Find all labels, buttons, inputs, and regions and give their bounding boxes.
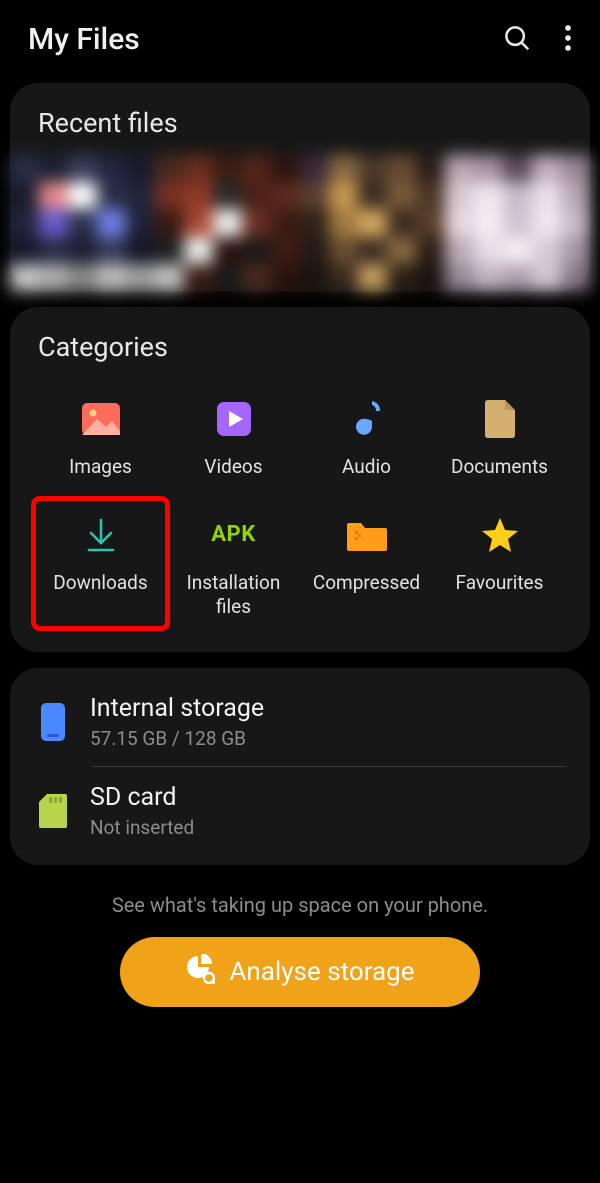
apk-icon: APK: [211, 513, 255, 557]
favourites-icon: [481, 513, 519, 557]
recent-files-card: Recent files: [10, 83, 590, 291]
category-images[interactable]: Images: [34, 383, 167, 489]
recent-thumbnail[interactable]: [10, 155, 155, 291]
category-label: Installation files: [171, 571, 296, 619]
recent-thumbnail[interactable]: [445, 155, 590, 291]
analyse-icon: [185, 954, 215, 991]
categories-grid: Images Videos Audio: [30, 383, 570, 628]
videos-icon: [217, 397, 251, 441]
internal-storage-text: Internal storage 57.15 GB / 128 GB: [90, 694, 564, 750]
top-bar-actions: [502, 23, 572, 57]
app-title: My Files: [28, 22, 140, 57]
internal-storage-usage: 57.15 GB / 128 GB: [90, 727, 564, 750]
sd-card-item[interactable]: SD card Not inserted: [34, 767, 566, 855]
storage-card: Internal storage 57.15 GB / 128 GB SD ca…: [10, 668, 590, 865]
category-label: Images: [69, 455, 132, 479]
categories-title: Categories: [30, 331, 570, 363]
audio-icon: [352, 397, 382, 441]
categories-card: Categories Images Videos: [10, 307, 590, 652]
search-icon[interactable]: [502, 23, 532, 57]
sd-card-title: SD card: [90, 783, 564, 812]
internal-storage-title: Internal storage: [90, 694, 564, 723]
internal-storage-icon: [36, 703, 70, 741]
category-label: Documents: [451, 455, 548, 479]
internal-storage-item[interactable]: Internal storage 57.15 GB / 128 GB: [34, 678, 566, 766]
analyse-storage-button[interactable]: Analyse storage: [120, 937, 480, 1007]
category-installation-files[interactable]: APK Installation files: [167, 499, 300, 629]
analyse-storage-label: Analyse storage: [229, 957, 414, 987]
category-favourites[interactable]: Favourites: [433, 499, 566, 629]
category-label: Compressed: [313, 571, 420, 595]
category-label: Favourites: [456, 571, 544, 595]
category-label: Downloads: [53, 571, 147, 595]
category-compressed[interactable]: Compressed: [300, 499, 433, 629]
category-label: Audio: [342, 455, 391, 479]
documents-icon: [485, 397, 515, 441]
recent-files-thumbnails[interactable]: [10, 155, 590, 291]
downloads-icon: [83, 513, 119, 557]
top-bar: My Files: [0, 0, 600, 67]
sd-card-status: Not inserted: [90, 816, 564, 839]
compressed-icon: [347, 513, 387, 557]
category-label: Videos: [204, 455, 262, 479]
recent-thumbnail[interactable]: [300, 155, 445, 291]
storage-hint: See what's taking up space on your phone…: [0, 893, 600, 917]
category-audio[interactable]: Audio: [300, 383, 433, 489]
recent-thumbnail[interactable]: [155, 155, 300, 291]
sd-card-icon: [36, 794, 70, 828]
category-documents[interactable]: Documents: [433, 383, 566, 489]
category-videos[interactable]: Videos: [167, 383, 300, 489]
sd-card-text: SD card Not inserted: [90, 783, 564, 839]
images-icon: [82, 397, 120, 441]
category-downloads[interactable]: Downloads: [34, 499, 167, 629]
recent-files-title: Recent files: [30, 107, 570, 139]
more-options-icon[interactable]: [564, 23, 572, 57]
